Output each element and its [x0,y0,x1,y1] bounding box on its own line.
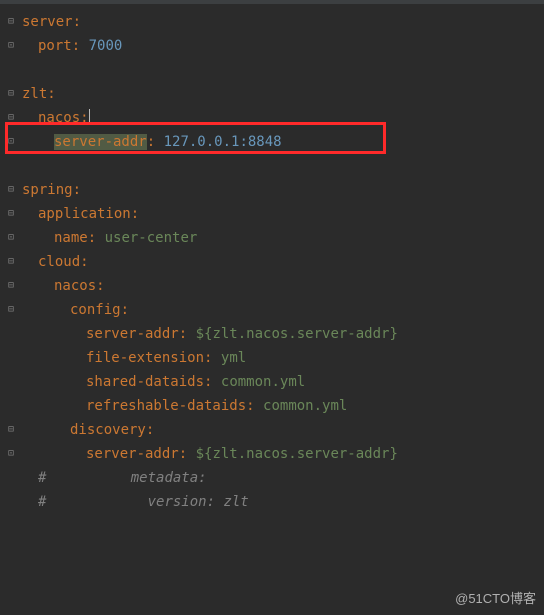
fold-marker[interactable]: ⊟ [0,250,22,274]
code-line[interactable] [22,154,544,178]
yaml-value: ${zlt.nacos.server-addr} [196,326,398,342]
yaml-key: server-addr [54,134,147,150]
code-line[interactable]: name: user-center [22,226,544,250]
fold-marker[interactable]: ⊡ [0,226,22,250]
colon: : [73,182,81,198]
fold-marker[interactable]: ⊡ [0,34,22,58]
fold-marker[interactable]: ⊟ [0,298,22,322]
code-line[interactable]: port: 7000 [22,34,544,58]
fold-marker [0,322,22,346]
yaml-value: common.yml [263,398,347,414]
code-line[interactable]: shared-dataids: common.yml [22,370,544,394]
yaml-key: server-addr [86,326,179,342]
colon: : [179,446,187,462]
yaml-value: 127.0.0.1:8848 [164,134,282,150]
fold-marker [0,370,22,394]
code-line[interactable]: file-extension: yml [22,346,544,370]
colon: : [88,230,96,246]
colon: : [96,278,104,294]
yaml-key: refreshable-dataids [86,398,246,414]
code-line[interactable]: application: [22,202,544,226]
fold-marker[interactable]: ⊟ [0,418,22,442]
fold-marker[interactable]: ⊟ [0,274,22,298]
fold-marker [0,394,22,418]
fold-marker[interactable]: ⊡ [0,442,22,466]
fold-marker [0,466,22,490]
comment-text: metadata: [46,470,206,486]
code-line[interactable]: # version: zlt [22,490,544,514]
colon: : [246,398,254,414]
yaml-key: nacos [54,278,96,294]
colon: : [179,326,187,342]
fold-marker[interactable]: ⊟ [0,178,22,202]
comment-text: version: zlt [46,494,248,510]
fold-marker[interactable]: ⊟ [0,106,22,130]
colon: : [147,134,155,150]
colon: : [146,422,154,438]
yaml-key: name [54,230,88,246]
fold-marker[interactable]: ⊟ [0,82,22,106]
colon: : [131,206,139,222]
fold-marker[interactable]: ⊟ [0,10,22,34]
fold-gutter[interactable]: ⊟⊡⊟⊟⊡⊟⊟⊡⊟⊟⊟⊟⊡ [0,10,22,514]
colon: : [73,14,81,30]
yaml-key: server-addr [86,446,179,462]
fold-marker [0,154,22,178]
code-line[interactable]: nacos: [22,274,544,298]
code-line[interactable]: server-addr: ${zlt.nacos.server-addr} [22,442,544,466]
code-line[interactable]: discovery: [22,418,544,442]
colon: : [121,302,129,318]
yaml-value: ${zlt.nacos.server-addr} [196,446,398,462]
code-line[interactable]: spring: [22,178,544,202]
code-line[interactable]: zlt: [22,82,544,106]
yaml-key: cloud [38,254,80,270]
code-line[interactable]: # metadata: [22,466,544,490]
watermark: @51CTO博客 [455,587,536,611]
yaml-key: file-extension [86,350,204,366]
yaml-value: user-center [105,230,198,246]
code-line[interactable]: cloud: [22,250,544,274]
yaml-key: shared-dataids [86,374,204,390]
yaml-key: spring [22,182,73,198]
fold-marker[interactable]: ⊡ [0,130,22,154]
colon: : [47,86,55,102]
code-line[interactable]: server: [22,10,544,34]
fold-marker [0,58,22,82]
yaml-value: 7000 [89,38,123,54]
fold-marker [0,346,22,370]
colon: : [72,38,80,54]
code-line[interactable]: server-addr: 127.0.0.1:8848 [22,130,544,154]
code-area[interactable]: server:port: 7000 zlt:nacos:server-addr:… [22,10,544,514]
code-line[interactable]: nacos: [22,106,544,130]
fold-marker [0,490,22,514]
yaml-key: discovery [70,422,146,438]
yaml-key: server [22,14,73,30]
colon: : [80,110,88,126]
text-caret [89,109,90,125]
yaml-value: common.yml [221,374,305,390]
code-line[interactable]: server-addr: ${zlt.nacos.server-addr} [22,322,544,346]
yaml-key: config [70,302,121,318]
yaml-key: application [38,206,131,222]
yaml-value: yml [221,350,246,366]
code-line[interactable] [22,58,544,82]
code-editor[interactable]: ⊟⊡⊟⊟⊡⊟⊟⊡⊟⊟⊟⊟⊡ server:port: 7000 zlt:naco… [0,4,544,514]
yaml-key: nacos [38,110,80,126]
yaml-key: zlt [22,86,47,102]
colon: : [80,254,88,270]
yaml-key: port [38,38,72,54]
code-line[interactable]: refreshable-dataids: common.yml [22,394,544,418]
code-line[interactable]: config: [22,298,544,322]
fold-marker[interactable]: ⊟ [0,202,22,226]
